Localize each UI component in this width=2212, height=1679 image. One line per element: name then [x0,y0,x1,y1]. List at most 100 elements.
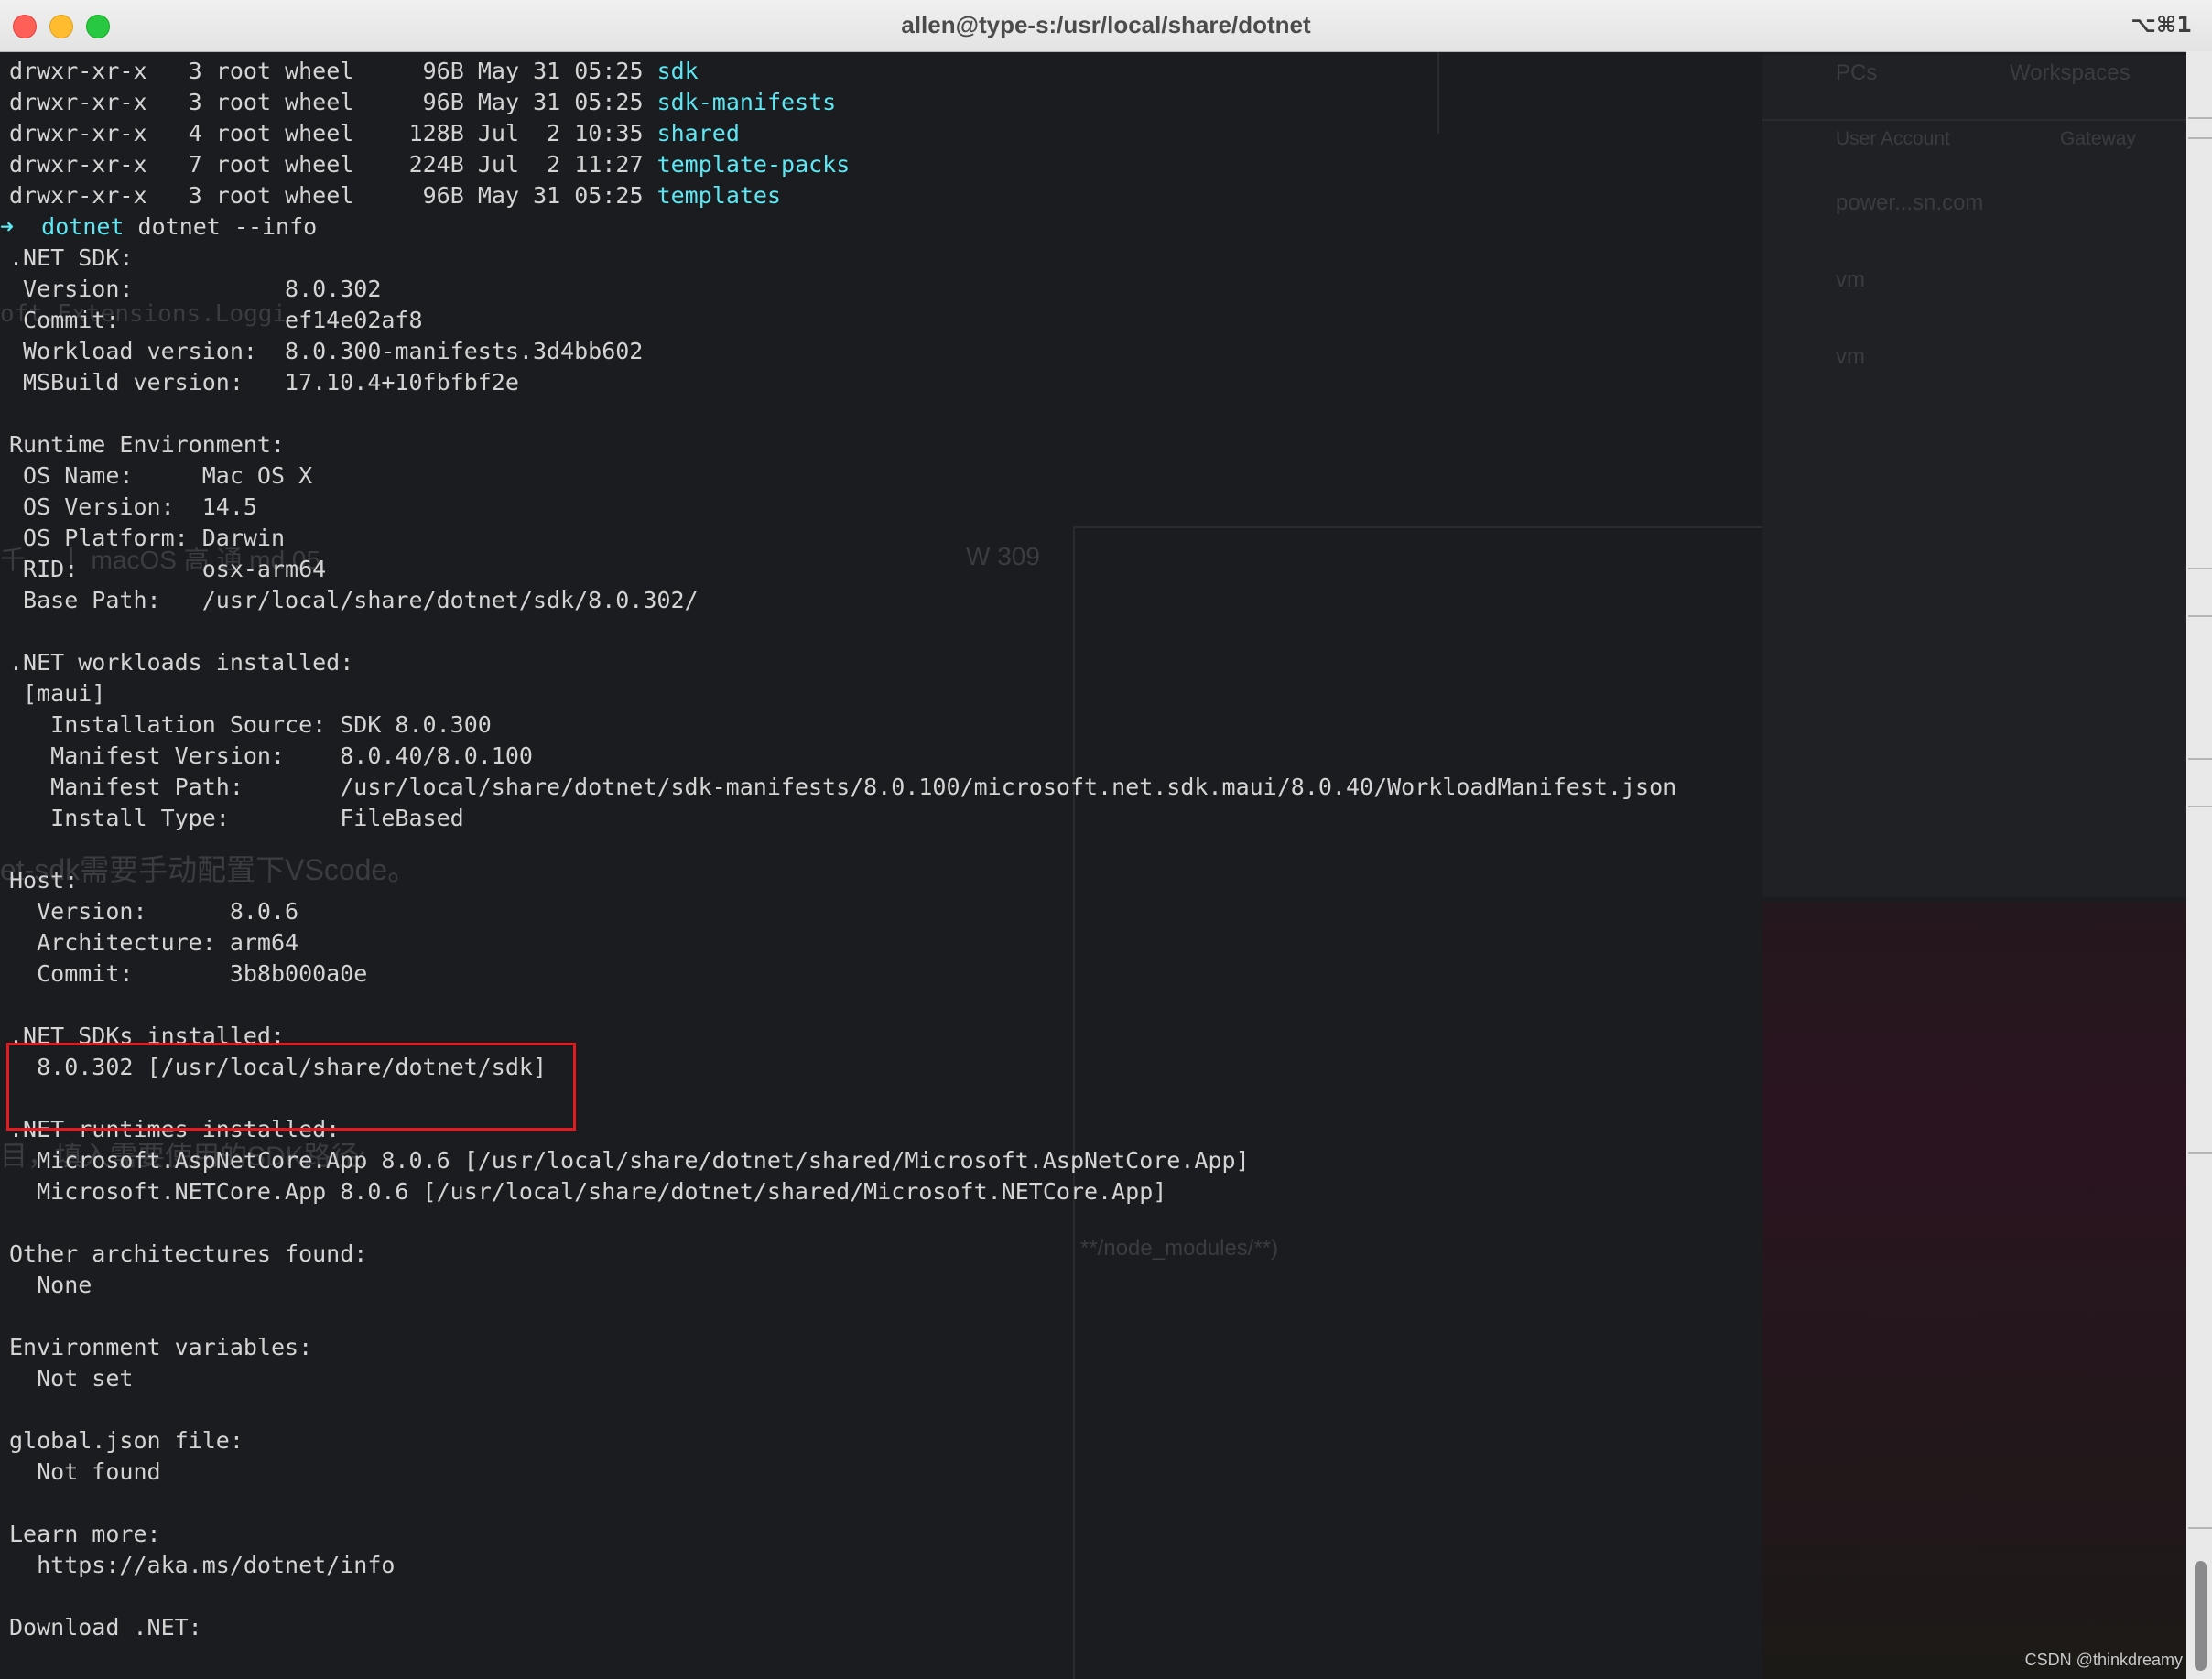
output-line: MSBuild version: 17.10.4+10fbfbf2e [9,369,519,395]
output-line: Microsoft.AspNetCore.App 8.0.6 [/usr/loc… [9,1147,1250,1174]
ls-links: 3 [174,89,202,115]
ls-directory-name: templates [656,182,782,209]
terminal-window: PCs Workspaces User Account Gateway powe… [0,0,2212,1679]
scroll-marker [2188,615,2212,617]
ls-links: 3 [174,58,202,84]
output-line: Learn more: [9,1521,161,1547]
ls-size: 224B [408,151,464,178]
ls-month: May [477,89,519,115]
prompt-arrow-icon: ➜ [0,213,15,240]
scroll-marker [2188,1152,2212,1154]
output-line: Commit: ef14e02af8 [9,307,423,333]
ls-day: 31 [533,89,561,115]
ls-day: 31 [533,58,561,84]
ls-owner: root [215,182,272,209]
ls-day: 31 [533,182,561,209]
ls-row: drwxr-xr-x 7 root wheel 224B Jul 2 11:27… [9,149,850,180]
ls-time: 05:25 [574,182,644,209]
output-line: .NET SDK: [9,244,134,271]
output-line: OS Name: Mac OS X [9,462,313,489]
ls-owner: root [215,151,272,178]
ls-size: 96B [408,89,464,115]
output-line: Install Type: FileBased [9,805,464,831]
output-line: Manifest Version: 8.0.40/8.0.100 [9,742,533,769]
ls-row: drwxr-xr-x 3 root wheel 96B May 31 05:25… [9,56,699,87]
scroll-marker [2188,758,2212,760]
ls-perms: drwxr-xr-x [9,151,147,178]
ls-time: 10:35 [574,120,644,146]
ls-day: 2 [533,151,561,178]
ls-group: wheel [285,182,354,209]
watermark: CSDN @thinkdreamy [2024,1651,2183,1669]
scroll-marker [2188,806,2212,807]
output-line: None [9,1272,92,1298]
scrollbar-track[interactable] [2186,51,2212,1679]
output-line: OS Platform: Darwin [9,525,286,551]
output-line: Not set [9,1365,134,1392]
terminal-output[interactable]: drwxr-xr-x 3 root wheel 96B May 31 05:25… [0,51,2186,1679]
output-line: Environment variables: [9,1334,313,1360]
ls-directory-name: sdk-manifests [656,89,837,115]
prompt-line: ➜ dotnet dotnet --info [0,211,317,243]
output-line: global.json file: [9,1427,244,1454]
output-line: Version: 8.0.302 [9,276,382,302]
ls-time: 05:25 [574,58,644,84]
output-line: Other architectures found: [9,1240,368,1267]
ls-perms: drwxr-xr-x [9,58,147,84]
output-line: Manifest Path: /usr/local/share/dotnet/s… [9,774,1677,800]
scroll-marker [2188,117,2212,119]
output-line: .NET workloads installed: [9,649,354,676]
ls-directory-name: template-packs [656,151,851,178]
output-line: https://aka.ms/dotnet/info [9,1552,396,1578]
ls-month: Jul [477,151,519,178]
ls-month: Jul [477,120,519,146]
ls-owner: root [215,58,272,84]
ls-day: 2 [533,120,561,146]
output-line: Microsoft.NETCore.App 8.0.6 [/usr/local/… [9,1178,1167,1205]
ls-directory-name: shared [656,120,740,146]
prompt-directory: dotnet [41,213,125,240]
ls-owner: root [215,120,272,146]
output-line: Commit: 3b8b000a0e [9,960,368,987]
output-line: Runtime Environment: [9,431,286,458]
output-line: Architecture: arm64 [9,929,299,956]
ls-group: wheel [285,151,354,178]
ls-time: 11:27 [574,151,644,178]
ls-time: 05:25 [574,89,644,115]
output-line: OS Version: 14.5 [9,493,257,520]
output-line: Base Path: /usr/local/share/dotnet/sdk/8… [9,587,699,613]
ls-group: wheel [285,89,354,115]
ls-perms: drwxr-xr-x [9,182,147,209]
output-line: Workload version: 8.0.300-manifests.3d4b… [9,338,644,364]
output-line: Not found [9,1458,161,1485]
title-bar: allen@type-s:/usr/local/share/dotnet ⌥⌘1 [0,0,2212,52]
output-line: Host: [9,867,79,894]
ls-links: 3 [174,182,202,209]
scroll-marker [2188,1527,2212,1529]
ls-size: 128B [408,120,464,146]
ls-group: wheel [285,120,354,146]
output-line: Download .NET: [9,1614,202,1641]
sdk-highlight-box [6,1043,576,1131]
output-line: Installation Source: SDK 8.0.300 [9,711,492,738]
output-line: [maui] [9,680,106,707]
scroll-marker [2188,137,2212,139]
ls-directory-name: sdk [656,58,699,84]
window-shortcut: ⌥⌘1 [2131,12,2192,38]
ls-month: May [477,58,519,84]
ls-links: 7 [174,151,202,178]
ls-group: wheel [285,58,354,84]
ls-links: 4 [174,120,202,146]
ls-size: 96B [408,182,464,209]
prompt-command: dotnet --info [137,213,318,240]
ls-perms: drwxr-xr-x [9,89,147,115]
scrollbar-thumb[interactable] [2195,1561,2207,1671]
ls-perms: drwxr-xr-x [9,120,147,146]
ls-row: drwxr-xr-x 3 root wheel 96B May 31 05:25… [9,87,836,118]
ls-row: drwxr-xr-x 3 root wheel 96B May 31 05:25… [9,180,781,211]
ls-row: drwxr-xr-x 4 root wheel 128B Jul 2 10:35… [9,118,740,149]
ls-size: 96B [408,58,464,84]
output-line: Version: 8.0.6 [9,898,299,925]
window-title: allen@type-s:/usr/local/share/dotnet [901,11,1311,38]
ls-owner: root [215,89,272,115]
